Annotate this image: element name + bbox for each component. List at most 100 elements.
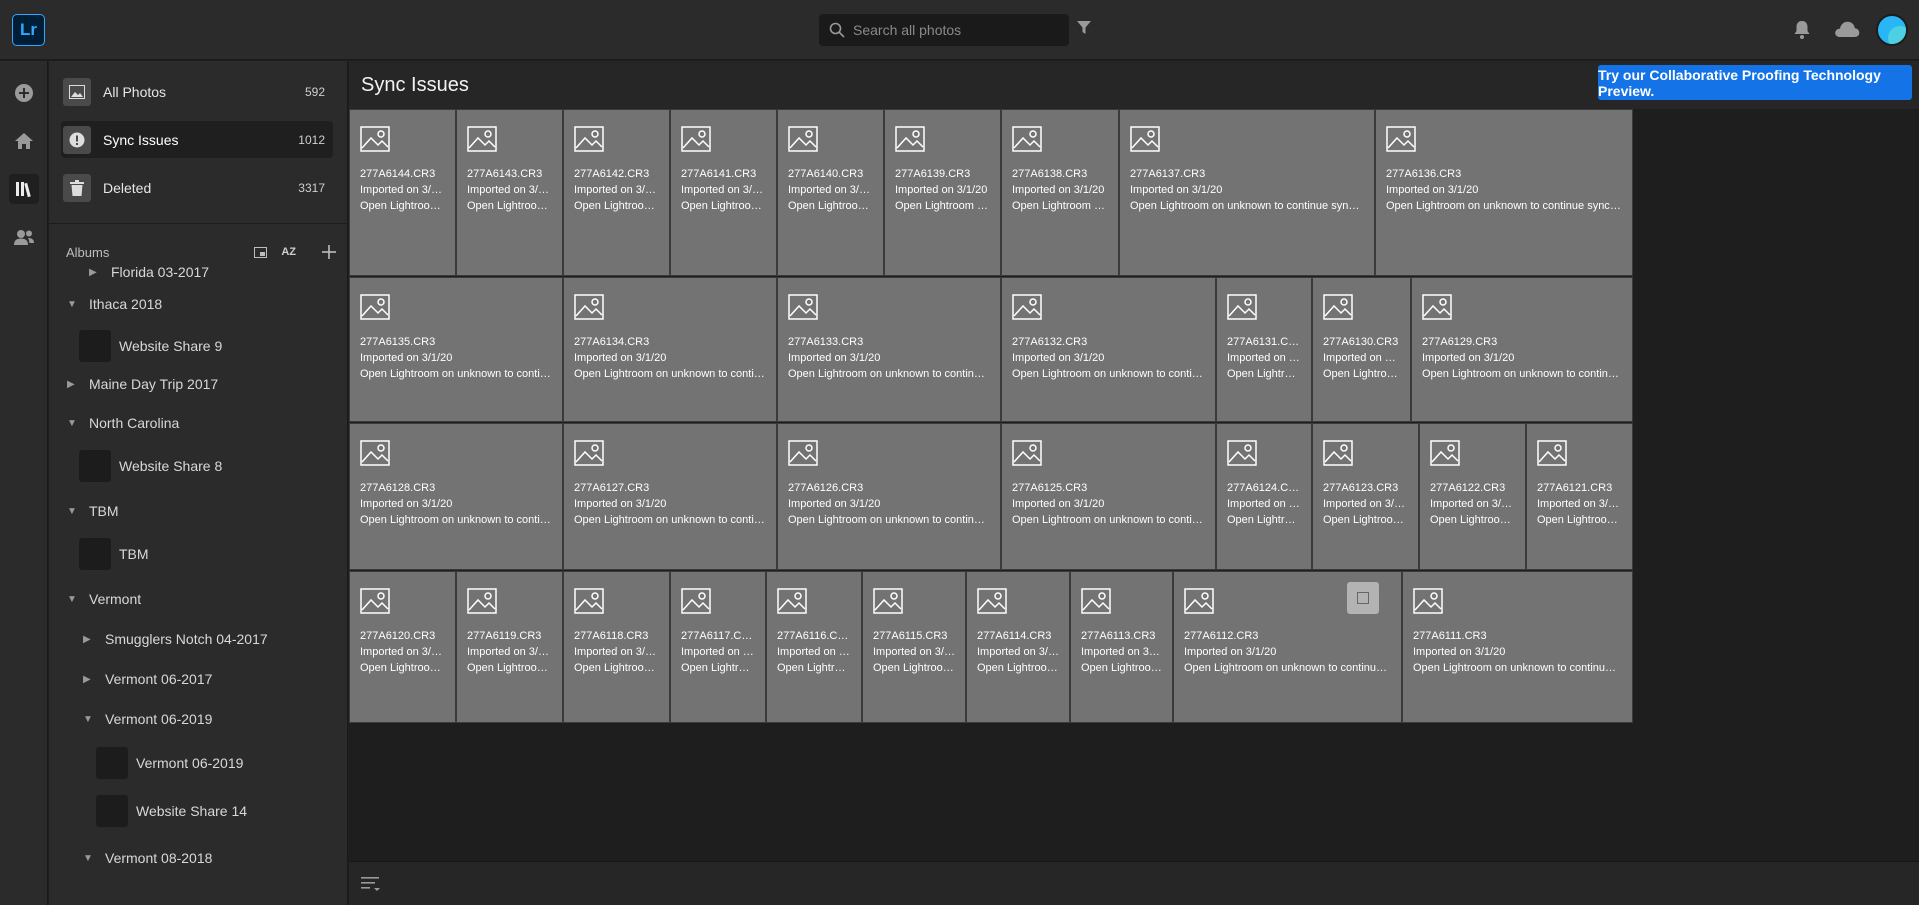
- photo-tile[interactable]: 277A6118.CR3 Imported on 3/1/20 Open Light…: [563, 571, 670, 723]
- photo-tile[interactable]: 277A6134.CR3 Imported on 3/1/20 Open Light…: [563, 277, 777, 422]
- photo-tile[interactable]: 277A6114.CR3 Imported on 3/1/20 Open Light…: [966, 571, 1070, 723]
- photo-filename: 277A6143.CR3: [467, 168, 543, 180]
- photo-tile[interactable]: 277A6143.CR3 Imported on 3/1/20 Open Light…: [456, 109, 563, 276]
- filter-icon[interactable]: [1077, 21, 1091, 35]
- photo-tile[interactable]: 277A6121.CR3 Imported on 3/1/20 Open Light…: [1526, 423, 1633, 570]
- photo-sync-status: Open Lightroom on unknown to continue sy…: [360, 662, 445, 674]
- main-header: Sync Issues Try our Collaborative Proofi…: [349, 61, 1919, 109]
- photo-imported-date: Imported on 3/1/20: [681, 184, 766, 196]
- search-box[interactable]: Search all photos: [819, 14, 1069, 46]
- album-item[interactable]: TBM: [79, 537, 149, 571]
- chevron-right-icon[interactable]: ▶: [83, 674, 93, 685]
- photo-tile[interactable]: 277A6111.CR3 Imported on 3/1/20 Open Light…: [1402, 571, 1633, 723]
- photo-tile[interactable]: 277A6137.CR3 Imported on 3/1/20 Open Light…: [1119, 109, 1375, 276]
- photo-tile[interactable]: 277A6136.CR3 Imported on 3/1/20 Open Light…: [1375, 109, 1633, 276]
- photo-tile[interactable]: 277A6113.CR3 Imported on 3/1/20 Open Light…: [1070, 571, 1173, 723]
- search-input[interactable]: Search all photos: [853, 22, 961, 38]
- album-item[interactable]: ▼ Vermont 06-2019: [83, 702, 212, 736]
- photo-imported-date: Imported on 3/1/20: [788, 184, 873, 196]
- album-item[interactable]: ▼ TBM: [67, 494, 119, 528]
- photo-sync-status: Open Lightroom on unknown to continue sy…: [360, 200, 445, 212]
- photo-sync-status: Open Lightroom on unknown to continue sy…: [1422, 368, 1622, 380]
- album-thumbnail: [79, 538, 111, 570]
- photo-tile[interactable]: 277A6112.CR3 Imported on 3/1/20 Open Light…: [1173, 571, 1402, 723]
- photo-imported-date: Imported on 3/1/20: [1081, 646, 1162, 658]
- photo-tile[interactable]: 277A6140.CR3 Imported on 3/1/20 Open Light…: [777, 109, 884, 276]
- photo-tile[interactable]: 277A6125.CR3 Imported on 3/1/20 Open Light…: [1001, 423, 1216, 570]
- album-item[interactable]: ▶ Smugglers Notch 04-2017: [83, 622, 268, 656]
- photo-filename: 277A6114.CR3: [977, 630, 1052, 642]
- people-button[interactable]: [9, 222, 39, 252]
- select-checkbox[interactable]: [1347, 582, 1379, 614]
- photo-tile[interactable]: 277A6128.CR3 Imported on 3/1/20 Open Light…: [349, 423, 563, 570]
- photo-tile[interactable]: 277A6116.CR3 Imported on 3/1/20 Open Light…: [766, 571, 862, 723]
- sidebar-item-deleted[interactable]: Deleted 3317: [61, 169, 333, 206]
- cloud-icon[interactable]: [1834, 20, 1860, 38]
- album-item[interactable]: ▶ Maine Day Trip 2017: [67, 367, 218, 401]
- photo-sync-status: Open Lightroom on unknown to continue sy…: [788, 200, 873, 212]
- photo-filename: 277A6138.CR3: [1012, 168, 1088, 180]
- photo-filename: 277A6141.CR3: [681, 168, 757, 180]
- chevron-right-icon[interactable]: ▶: [83, 634, 93, 645]
- add-photos-button[interactable]: [9, 78, 39, 108]
- photo-sync-status: Open Lightroom on unknown to continue sy…: [574, 368, 766, 380]
- album-item[interactable]: ▼ North Carolina: [67, 406, 179, 440]
- photo-tile[interactable]: 277A6129.CR3 Imported on 3/1/20 Open Light…: [1411, 277, 1633, 422]
- sidebar-item-sync-issues[interactable]: Sync Issues 1012: [61, 121, 333, 158]
- chevron-down-icon[interactable]: ▼: [83, 853, 93, 864]
- album-item[interactable]: Vermont 06-2019: [96, 746, 243, 780]
- album-thumbnail: [96, 795, 128, 827]
- album-item[interactable]: Website Share 8: [79, 449, 222, 483]
- photo-tile[interactable]: 277A6127.CR3 Imported on 3/1/20 Open Light…: [563, 423, 777, 570]
- photo-tile[interactable]: 277A6133.CR3 Imported on 3/1/20 Open Light…: [777, 277, 1001, 422]
- photo-tile[interactable]: 277A6122.CR3 Imported on 3/1/20 Open Light…: [1419, 423, 1526, 570]
- album-item[interactable]: ▶ Vermont 06-2017: [83, 662, 212, 696]
- photo-tile[interactable]: 277A6141.CR3 Imported on 3/1/20 Open Light…: [670, 109, 777, 276]
- album-item[interactable]: Website Share 14: [96, 794, 247, 828]
- albums-title: Albums: [66, 244, 110, 260]
- sidebar-item-all-photos[interactable]: All Photos 592: [61, 73, 333, 110]
- photo-tile[interactable]: 277A6123.CR3 Imported on 3/1/20 Open Light…: [1312, 423, 1419, 570]
- photo-tile[interactable]: 277A6144.CR3 Imported on 3/1/20 Open Light…: [349, 109, 456, 276]
- photo-tile[interactable]: 277A6115.CR3 Imported on 3/1/20 Open Light…: [862, 571, 966, 723]
- photo-tile[interactable]: 277A6131.CR3 Imported on 3/1/20 Open Light…: [1216, 277, 1312, 422]
- photo-tile[interactable]: 277A6139.CR3 Imported on 3/1/20 Open Light…: [884, 109, 1001, 276]
- photo-tile[interactable]: 277A6124.CR3 Imported on 3/1/20 Open Light…: [1216, 423, 1312, 570]
- album-item[interactable]: ▶ Florida 03-2017: [89, 266, 209, 289]
- library-button[interactable]: [9, 174, 39, 204]
- photo-tile[interactable]: 277A6130.CR3 Imported on 3/1/20 Open Light…: [1312, 277, 1411, 422]
- chevron-right-icon[interactable]: ▶: [89, 267, 99, 278]
- chevron-down-icon[interactable]: ▼: [67, 418, 77, 429]
- album-item[interactable]: ▼ Vermont 08-2018: [83, 841, 212, 875]
- home-button[interactable]: [9, 126, 39, 156]
- photo-tile[interactable]: 277A6132.CR3 Imported on 3/1/20 Open Light…: [1001, 277, 1216, 422]
- chevron-down-icon[interactable]: ▼: [67, 594, 77, 605]
- photo-tile[interactable]: 277A6135.CR3 Imported on 3/1/20 Open Light…: [349, 277, 563, 422]
- photo-sync-status: Open Lightroom on unknown to continue sy…: [360, 368, 552, 380]
- image-placeholder-icon: [1227, 294, 1257, 325]
- add-album-icon[interactable]: [322, 245, 336, 259]
- album-thumbnail: [79, 330, 111, 362]
- album-label: Ithaca 2018: [89, 296, 163, 312]
- album-view-icon[interactable]: [254, 246, 268, 258]
- chevron-down-icon[interactable]: ▼: [67, 299, 77, 310]
- photo-tile[interactable]: 277A6119.CR3 Imported on 3/1/20 Open Light…: [456, 571, 563, 723]
- notifications-icon[interactable]: [1793, 20, 1811, 40]
- sort-options-icon[interactable]: [361, 876, 381, 892]
- photo-tile[interactable]: 277A6138.CR3 Imported on 3/1/20 Open Light…: [1001, 109, 1119, 276]
- chevron-right-icon[interactable]: ▶: [67, 379, 77, 390]
- photo-filename: 277A6124.CR3: [1227, 482, 1301, 494]
- photo-tile[interactable]: 277A6120.CR3 Imported on 3/1/20 Open Light…: [349, 571, 456, 723]
- album-item[interactable]: Website Share 9: [79, 329, 222, 363]
- photo-tile[interactable]: 277A6142.CR3 Imported on 3/1/20 Open Light…: [563, 109, 670, 276]
- proofing-preview-button[interactable]: Try our Collaborative Proofing Technolog…: [1598, 65, 1912, 100]
- user-avatar[interactable]: [1876, 14, 1908, 46]
- photo-tile[interactable]: 277A6117.CR3 Imported on 3/1/20 Open Light…: [670, 571, 766, 723]
- app-logo[interactable]: Lr: [12, 14, 45, 46]
- album-item[interactable]: ▼ Ithaca 2018: [67, 287, 162, 321]
- chevron-down-icon[interactable]: ▼: [67, 506, 77, 517]
- album-item[interactable]: ▼ Vermont: [67, 582, 141, 616]
- chevron-down-icon[interactable]: ▼: [83, 714, 93, 725]
- photo-tile[interactable]: 277A6126.CR3 Imported on 3/1/20 Open Light…: [777, 423, 1001, 570]
- sort-az-icon[interactable]: AZ: [281, 246, 296, 258]
